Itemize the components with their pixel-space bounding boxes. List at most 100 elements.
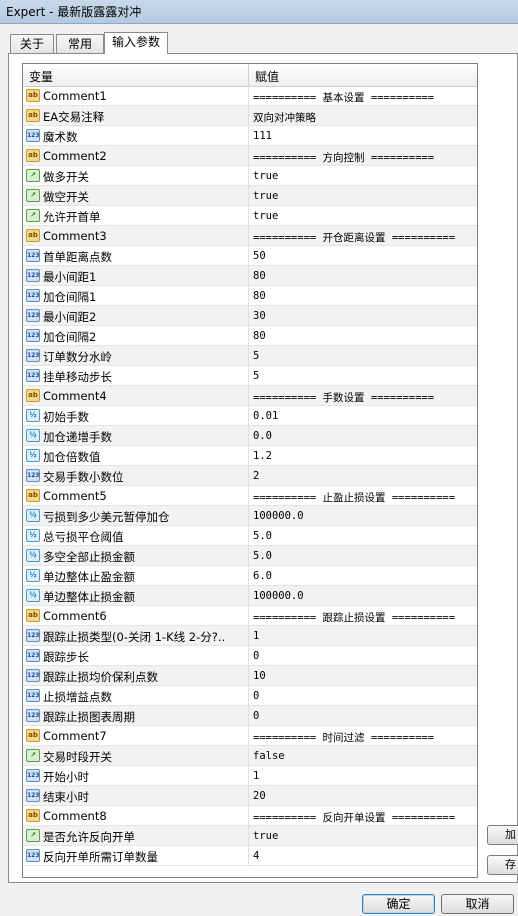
cell-divider <box>248 666 249 685</box>
parameter-value[interactable]: ========== 时间过滤 ========== <box>253 730 434 745</box>
parameter-value[interactable]: 2 <box>253 470 259 482</box>
parameter-value[interactable]: ========== 跟踪止损设置 ========== <box>253 610 455 625</box>
parameter-value[interactable]: 5.0 <box>253 530 272 542</box>
cell-divider <box>248 246 249 265</box>
integer-type-icon: 123 <box>26 629 40 642</box>
parameter-row[interactable]: ↗ 做多开关 true <box>23 166 477 186</box>
parameter-value[interactable]: 1 <box>253 770 259 782</box>
parameter-value[interactable]: false <box>253 750 285 762</box>
parameter-value[interactable]: ========== 反向开单设置 ========== <box>253 810 455 825</box>
parameter-row[interactable]: ab Comment1 ========== 基本设置 ========== <box>23 86 477 106</box>
parameter-value[interactable]: 111 <box>253 130 272 142</box>
parameter-row[interactable]: ab EA交易注释 双向对冲策略 <box>23 106 477 126</box>
parameter-value[interactable]: 0.0 <box>253 430 272 442</box>
parameter-row[interactable]: 123 反向开单所需订单数量 4 <box>23 846 477 866</box>
parameter-row[interactable]: ½ 加仓倍数值 1.2 <box>23 446 477 466</box>
parameter-value[interactable]: true <box>253 170 278 182</box>
parameter-row[interactable]: 123 加仓间隔1 80 <box>23 286 477 306</box>
parameter-name: 最小间距1 <box>43 270 97 284</box>
parameter-value[interactable]: ========== 基本设置 ========== <box>253 90 434 105</box>
parameter-row[interactable]: ab Comment5 ========== 止盈止损设置 ========== <box>23 486 477 506</box>
parameter-row[interactable]: ab Comment2 ========== 方向控制 ========== <box>23 146 477 166</box>
column-header-variable[interactable]: 变量 <box>29 68 53 85</box>
parameter-row[interactable]: ab Comment3 ========== 开仓距离设置 ========== <box>23 226 477 246</box>
parameter-row[interactable]: 123 跟踪步长 0 <box>23 646 477 666</box>
parameter-value[interactable]: 30 <box>253 310 266 322</box>
parameter-row[interactable]: 123 跟踪止损均价保利点数 10 <box>23 666 477 686</box>
parameter-row[interactable]: ↗ 交易时段开关 false <box>23 746 477 766</box>
column-header-value[interactable]: 赋值 <box>255 68 279 85</box>
parameter-row[interactable]: 123 魔术数 111 <box>23 126 477 146</box>
parameter-row[interactable]: 123 结束小时 20 <box>23 786 477 806</box>
parameter-row[interactable]: 123 跟踪止损类型(0-关闭 1-K线 2-分?.. 1 <box>23 626 477 646</box>
parameter-row[interactable]: 123 止损增益点数 0 <box>23 686 477 706</box>
parameter-value[interactable]: 20 <box>253 790 266 802</box>
parameter-value[interactable]: 80 <box>253 290 266 302</box>
parameter-value[interactable]: 0 <box>253 650 259 662</box>
parameter-row[interactable]: ab Comment6 ========== 跟踪止损设置 ========== <box>23 606 477 626</box>
cancel-button[interactable]: 取消 <box>441 894 514 914</box>
parameter-value[interactable]: ========== 方向控制 ========== <box>253 150 434 165</box>
tab-about[interactable]: 关于 <box>10 34 54 53</box>
parameter-row[interactable]: 123 挂单移动步长 5 <box>23 366 477 386</box>
parameter-row[interactable]: 123 跟踪止损图表周期 0 <box>23 706 477 726</box>
parameter-value[interactable]: 5 <box>253 370 259 382</box>
parameter-value[interactable]: 6.0 <box>253 570 272 582</box>
parameter-value[interactable]: 0.01 <box>253 410 278 422</box>
parameter-row[interactable]: 123 首单距离点数 50 <box>23 246 477 266</box>
parameter-row[interactable]: ½ 总亏损平仓阈值 5.0 <box>23 526 477 546</box>
column-divider[interactable] <box>248 64 249 86</box>
cell-divider <box>248 86 249 105</box>
parameter-value[interactable]: 1 <box>253 630 259 642</box>
parameter-value[interactable]: 80 <box>253 330 266 342</box>
parameter-value[interactable]: ========== 止盈止损设置 ========== <box>253 490 455 505</box>
parameter-value[interactable]: 100000.0 <box>253 510 304 522</box>
window-titlebar[interactable]: Expert - 最新版露露对冲 <box>0 0 518 24</box>
parameter-row[interactable]: ab Comment7 ========== 时间过滤 ========== <box>23 726 477 746</box>
parameter-row[interactable]: ½ 加仓递增手数 0.0 <box>23 426 477 446</box>
parameter-value[interactable]: 5 <box>253 350 259 362</box>
parameter-row[interactable]: ↗ 做空开关 true <box>23 186 477 206</box>
parameter-value[interactable]: 5.0 <box>253 550 272 562</box>
parameter-value[interactable]: 0 <box>253 710 259 722</box>
save-button[interactable]: 存 <box>487 855 518 875</box>
parameter-row[interactable]: 123 交易手数小数位 2 <box>23 466 477 486</box>
parameter-row[interactable]: ½ 单边整体止损金额 100000.0 <box>23 586 477 606</box>
parameter-row[interactable]: ½ 单边整体止盈金额 6.0 <box>23 566 477 586</box>
parameter-row[interactable]: 123 订单数分水岭 5 <box>23 346 477 366</box>
parameter-value[interactable]: 80 <box>253 270 266 282</box>
parameter-value[interactable]: true <box>253 210 278 222</box>
parameter-name: 魔术数 <box>43 130 78 144</box>
parameter-value[interactable]: 双向对冲策略 <box>253 110 316 125</box>
parameter-row[interactable]: ½ 多空全部止损金额 5.0 <box>23 546 477 566</box>
parameter-name: Comment7 <box>43 729 107 743</box>
ok-button[interactable]: 确定 <box>362 894 435 914</box>
parameter-row[interactable]: 123 加仓间隔2 80 <box>23 326 477 346</box>
parameter-value[interactable]: 1.2 <box>253 450 272 462</box>
parameter-value[interactable]: true <box>253 830 278 842</box>
tab-common[interactable]: 常用 <box>56 34 104 53</box>
parameter-row[interactable]: 123 最小间距2 30 <box>23 306 477 326</box>
parameter-value[interactable]: true <box>253 190 278 202</box>
parameter-value[interactable]: ========== 开仓距离设置 ========== <box>253 230 455 245</box>
parameter-row[interactable]: ab Comment4 ========== 手数设置 ========== <box>23 386 477 406</box>
parameter-row[interactable]: 123 开始小时 1 <box>23 766 477 786</box>
tab-inputs[interactable]: 输入参数 <box>104 32 168 54</box>
parameter-row[interactable]: 123 最小间距1 80 <box>23 266 477 286</box>
parameter-name: Comment4 <box>43 389 107 403</box>
cell-divider <box>248 566 249 585</box>
parameter-value[interactable]: 50 <box>253 250 266 262</box>
parameter-row[interactable]: ↗ 是否允许反向开单 true <box>23 826 477 846</box>
parameter-value[interactable]: 0 <box>253 690 259 702</box>
parameter-value[interactable]: 10 <box>253 670 266 682</box>
parameter-name: Comment5 <box>43 489 107 503</box>
parameter-row[interactable]: ½ 亏损到多少美元暂停加仓 100000.0 <box>23 506 477 526</box>
parameter-value[interactable]: ========== 手数设置 ========== <box>253 390 434 405</box>
parameter-value[interactable]: 100000.0 <box>253 590 304 602</box>
parameter-row[interactable]: ↗ 允许开首单 true <box>23 206 477 226</box>
parameter-row[interactable]: ½ 初始手数 0.01 <box>23 406 477 426</box>
parameter-row[interactable]: ab Comment8 ========== 反向开单设置 ========== <box>23 806 477 826</box>
parameter-value[interactable]: 4 <box>253 850 259 862</box>
cell-divider <box>248 826 249 845</box>
load-button[interactable]: 加 <box>487 825 518 845</box>
